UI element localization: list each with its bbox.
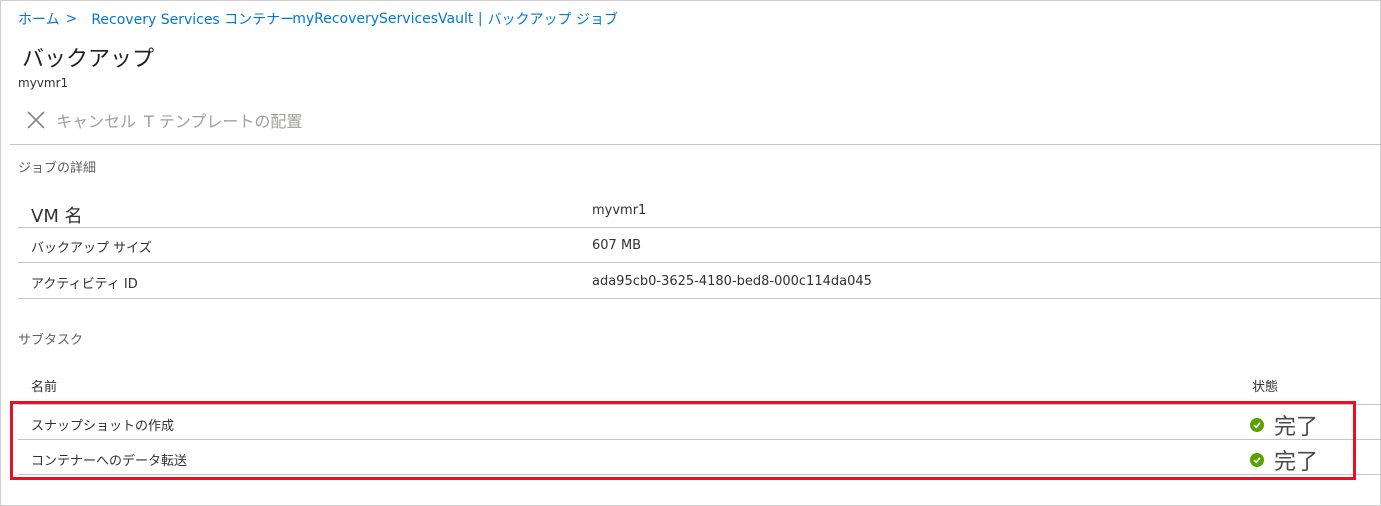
detail-value: ada95cb0-3625-4180-bed8-000c114da045 bbox=[592, 274, 872, 289]
highlight-box bbox=[10, 401, 1356, 480]
column-header-status[interactable]: 状態 bbox=[1252, 376, 1278, 395]
page-subtitle: myvmr1 bbox=[18, 76, 69, 90]
breadcrumb-recovery-services-link[interactable]: Recovery Services コンテナー bbox=[91, 9, 294, 29]
breadcrumb: ホーム > Recovery Services コンテナー myRecovery… bbox=[18, 9, 618, 29]
job-details-heading: ジョブの詳細 bbox=[18, 161, 97, 176]
page-title: バックアップ bbox=[22, 47, 155, 72]
detail-row-backup-size: バックアップ サイズ 607 MB bbox=[18, 228, 1381, 263]
detail-key: バックアップ サイズ bbox=[31, 241, 152, 256]
detail-row-activity-id: アクティビティ ID ada95cb0-3625-4180-bed8-000c1… bbox=[18, 263, 1381, 299]
breadcrumb-separator: > bbox=[65, 11, 78, 27]
subtasks-heading: サブタスク bbox=[18, 333, 84, 348]
toolbar-divider bbox=[10, 144, 1381, 145]
close-icon bbox=[26, 110, 46, 130]
breadcrumb-home-link[interactable]: ホーム bbox=[18, 9, 60, 29]
breadcrumb-jobs-link[interactable]: バックアップ ジョブ bbox=[488, 9, 618, 29]
detail-value: 607 MB bbox=[592, 238, 642, 253]
detail-key: アクティビティ ID bbox=[31, 277, 138, 292]
breadcrumb-vault-link[interactable]: myRecoveryServicesVault | bbox=[292, 11, 482, 27]
detail-value: myvmr1 bbox=[592, 203, 647, 218]
command-bar: キャンセル T テンプレートの配置 bbox=[26, 108, 302, 132]
column-header-name[interactable]: 名前 bbox=[31, 376, 57, 395]
detail-row-vm-name: VM 名 myvmr1 bbox=[18, 190, 1381, 228]
detail-key: VM 名 bbox=[31, 206, 83, 227]
cancel-button[interactable]: キャンセル bbox=[26, 108, 136, 132]
subtasks-header-row: 名前 状態 bbox=[18, 366, 1381, 400]
deploy-template-button[interactable]: T テンプレートの配置 bbox=[144, 108, 302, 132]
cancel-button-label: キャンセル bbox=[56, 112, 137, 131]
